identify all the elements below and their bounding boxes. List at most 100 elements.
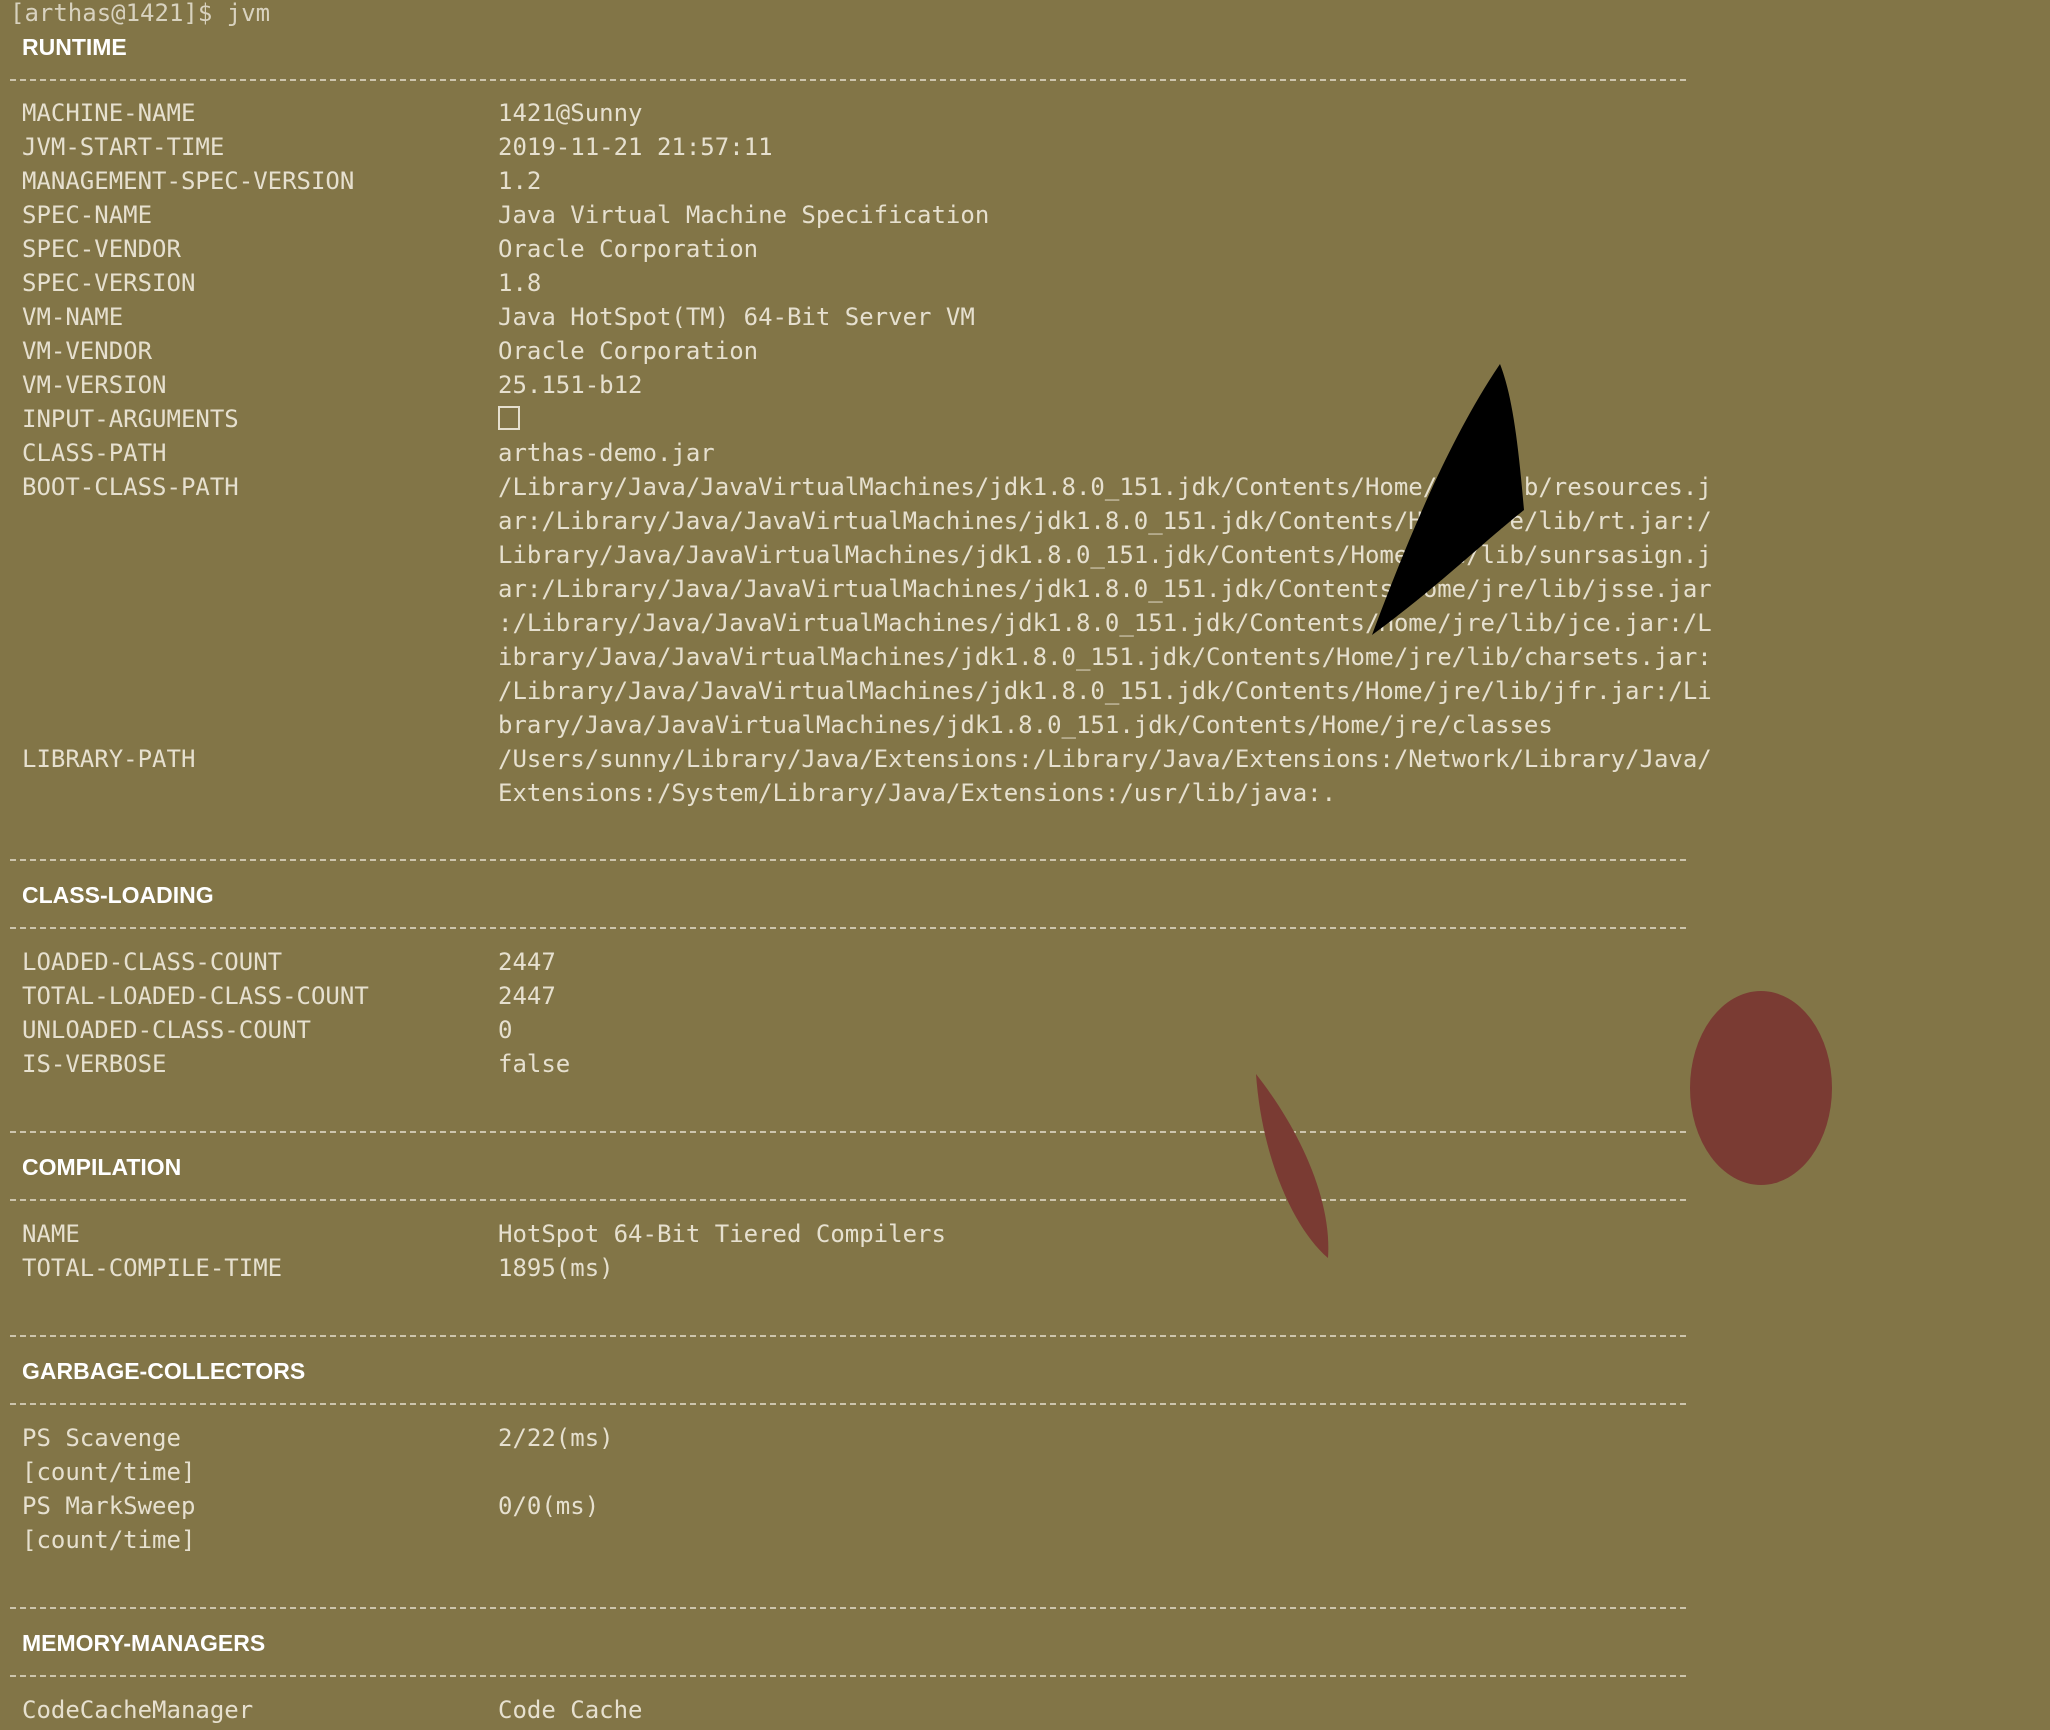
row-value: Extensions:/System/Library/Java/Extensio…: [498, 779, 1337, 807]
row-key: SPEC-NAME: [22, 201, 153, 229]
row-key: NAME: [22, 1220, 80, 1248]
row-value: 1.2: [498, 167, 542, 195]
row-key-sub: [count/time]: [22, 1526, 196, 1554]
table-row: SPEC-NAME Java Virtual Machine Specifica…: [22, 198, 1682, 232]
table-row: SPEC-VERSION 1.8: [22, 266, 1682, 300]
table-row: CodeCacheManager Code Cache: [22, 1693, 1682, 1727]
row-key: TOTAL-COMPILE-TIME: [22, 1254, 283, 1282]
table-row-continuation: Library/Java/JavaVirtualMachines/jdk1.8.…: [22, 538, 1712, 572]
row-value: Oracle Corporation: [498, 235, 759, 263]
row-value: 1.8: [498, 269, 542, 297]
separator: [10, 1199, 1686, 1201]
table-row-continuation: [count/time]: [22, 1455, 1682, 1489]
row-key: BOOT-CLASS-PATH: [22, 473, 239, 501]
separator: [10, 927, 1686, 929]
separator: [10, 1607, 1686, 1609]
row-key: SPEC-VENDOR: [22, 235, 181, 263]
table-row: CLASS-PATH arthas-demo.jar: [22, 436, 1682, 470]
row-key: VM-VENDOR: [22, 337, 153, 365]
row-value: 2/22(ms): [498, 1424, 614, 1452]
row-key: TOTAL-LOADED-CLASS-COUNT: [22, 982, 369, 1010]
row-key: CodeCacheManager: [22, 1696, 254, 1724]
row-value: 25.151-b12: [498, 371, 643, 399]
row-value: /Library/Java/JavaVirtualMachines/jdk1.8…: [498, 677, 1712, 705]
table-row: INPUT-ARGUMENTS: [22, 402, 1682, 436]
empty-value-box-icon: [498, 406, 520, 430]
row-key: JVM-START-TIME: [22, 133, 225, 161]
row-value: 0/0(ms): [498, 1492, 600, 1520]
row-key: CLASS-PATH: [22, 439, 167, 467]
separator: [10, 1403, 1686, 1405]
row-key: PS MarkSweep: [22, 1492, 196, 1520]
table-row: MACHINE-NAME 1421@Sunny: [22, 96, 1682, 130]
row-value: HotSpot 64-Bit Tiered Compilers: [498, 1220, 946, 1248]
separator: [10, 79, 1686, 81]
table-row: PS MarkSweep 0/0(ms): [22, 1489, 1682, 1523]
row-value: ar:/Library/Java/JavaVirtualMachines/jdk…: [498, 507, 1712, 535]
table-row: IS-VERBOSE false: [22, 1047, 1682, 1081]
row-key: VM-NAME: [22, 303, 124, 331]
row-value: ar:/Library/Java/JavaVirtualMachines/jdk…: [498, 575, 1712, 603]
section-title-memory-managers: MEMORY-MANAGERS: [22, 1630, 266, 1656]
section-title-runtime: RUNTIME: [22, 34, 127, 60]
row-value: Library/Java/JavaVirtualMachines/jdk1.8.…: [498, 541, 1712, 569]
row-value: 0: [498, 1016, 513, 1044]
table-row-continuation: [count/time]: [22, 1523, 1682, 1557]
row-key: MANAGEMENT-SPEC-VERSION: [22, 167, 355, 195]
table-row: LOADED-CLASS-COUNT 2447: [22, 945, 1682, 979]
row-key: INPUT-ARGUMENTS: [22, 405, 239, 433]
separator: [10, 1335, 1686, 1337]
row-key: LIBRARY-PATH: [22, 745, 196, 773]
table-row: VM-VENDOR Oracle Corporation: [22, 334, 1682, 368]
table-row: TOTAL-COMPILE-TIME 1895(ms): [22, 1251, 1682, 1285]
table-row: JVM-START-TIME 2019-11-21 21:57:11: [22, 130, 1682, 164]
table-row-continuation: ar:/Library/Java/JavaVirtualMachines/jdk…: [22, 572, 1712, 606]
row-value: 1895(ms): [498, 1254, 614, 1282]
table-row: VM-NAME Java HotSpot(TM) 64-Bit Server V…: [22, 300, 1682, 334]
row-key: SPEC-VERSION: [22, 269, 196, 297]
table-row: UNLOADED-CLASS-COUNT 0: [22, 1013, 1682, 1047]
table-row: MANAGEMENT-SPEC-VERSION 1.2: [22, 164, 1682, 198]
separator: [10, 1131, 1686, 1133]
row-key: IS-VERBOSE: [22, 1050, 167, 1078]
section-title-garbage-collectors: GARBAGE-COLLECTORS: [22, 1358, 306, 1384]
table-row: TOTAL-LOADED-CLASS-COUNT 2447: [22, 979, 1682, 1013]
row-value: /Library/Java/JavaVirtualMachines/jdk1.8…: [498, 473, 1712, 501]
row-value: ibrary/Java/JavaVirtualMachines/jdk1.8.0…: [498, 643, 1712, 671]
table-row-continuation: /Library/Java/JavaVirtualMachines/jdk1.8…: [22, 674, 1712, 708]
table-row: SPEC-VENDOR Oracle Corporation: [22, 232, 1682, 266]
table-row-continuation: brary/Java/JavaVirtualMachines/jdk1.8.0_…: [22, 708, 1682, 742]
red-oval-shape: [1690, 991, 1832, 1185]
row-value: 1421@Sunny: [498, 99, 643, 127]
row-value: Code Cache: [498, 1696, 643, 1724]
table-row: BOOT-CLASS-PATH /Library/Java/JavaVirtua…: [22, 470, 1712, 504]
table-row: PS Scavenge 2/22(ms): [22, 1421, 1682, 1455]
row-value: 2447: [498, 948, 556, 976]
row-value: Oracle Corporation: [498, 337, 759, 365]
row-key-sub: [count/time]: [22, 1458, 196, 1486]
row-key: PS Scavenge: [22, 1424, 181, 1452]
row-value: [498, 402, 520, 436]
table-row-continuation: :/Library/Java/JavaVirtualMachines/jdk1.…: [22, 606, 1712, 640]
separator: [10, 859, 1686, 861]
row-key: UNLOADED-CLASS-COUNT: [22, 1016, 311, 1044]
section-title-compilation: COMPILATION: [22, 1154, 182, 1180]
row-value: false: [498, 1050, 571, 1078]
row-value: :/Library/Java/JavaVirtualMachines/jdk1.…: [498, 609, 1712, 637]
row-value: Java Virtual Machine Specification: [498, 201, 990, 229]
row-value: arthas-demo.jar: [498, 439, 715, 467]
row-key: VM-VERSION: [22, 371, 167, 399]
table-row: NAME HotSpot 64-Bit Tiered Compilers: [22, 1217, 1682, 1251]
row-value: /Users/sunny/Library/Java/Extensions:/Li…: [498, 745, 1712, 773]
section-title-class-loading: CLASS-LOADING: [22, 882, 214, 908]
row-key: LOADED-CLASS-COUNT: [22, 948, 283, 976]
command-prompt: [arthas@1421]$ jvm: [10, 0, 271, 27]
row-key: MACHINE-NAME: [22, 99, 196, 127]
terminal-window[interactable]: [arthas@1421]$ jvm RUNTIME MACHINE-NAME …: [0, 0, 1712, 1730]
table-row: LIBRARY-PATH /Users/sunny/Library/Java/E…: [22, 742, 1712, 776]
row-value: 2019-11-21 21:57:11: [498, 133, 773, 161]
table-row-continuation: ibrary/Java/JavaVirtualMachines/jdk1.8.0…: [22, 640, 1712, 674]
row-value: brary/Java/JavaVirtualMachines/jdk1.8.0_…: [498, 711, 1553, 739]
table-row-continuation: ar:/Library/Java/JavaVirtualMachines/jdk…: [22, 504, 1712, 538]
separator: [10, 1675, 1686, 1677]
